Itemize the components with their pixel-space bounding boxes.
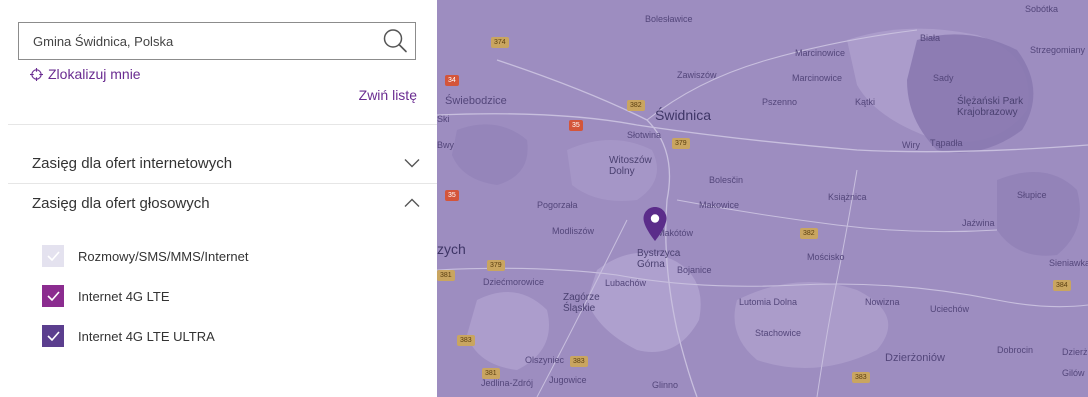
map-place-label: Bojanice: [677, 265, 712, 275]
map-place-label: Marcinowice: [795, 48, 846, 58]
map-place-label: Pszenno: [762, 97, 798, 107]
map-place-label: Dzierż: [1062, 347, 1088, 357]
map-place-label: Bolesčin: [709, 175, 744, 185]
layer-lte: Internet 4G LTE: [42, 285, 170, 307]
map-place-label: Tąpadła: [930, 138, 963, 148]
map-place-label: Strzegomiany: [1030, 45, 1086, 55]
map-place-label: Sieniawka: [1049, 258, 1088, 268]
layer-voice-label: Rozmowy/SMS/MMS/Internet: [78, 248, 249, 264]
layer-lte-ultra: Internet 4G LTE ULTRA: [42, 325, 215, 347]
search-icon[interactable]: [381, 27, 409, 55]
map-place-label: Nowizna: [865, 297, 900, 307]
map-place-label: Świdnica: [655, 107, 712, 123]
map-place-label: Stachowice: [755, 328, 802, 338]
coverage-map[interactable]: Bolesławice Marcinowice Biała Sobótka St…: [437, 0, 1088, 397]
map-place-label: Makowice: [699, 200, 740, 210]
layer-lte-checkbox[interactable]: [42, 285, 64, 307]
road-number-badge: 382: [800, 228, 818, 239]
map-place-label: Zawiszów: [677, 70, 717, 80]
map-place-label: Słupice: [1017, 190, 1047, 200]
layer-lte-label: Internet 4G LTE: [78, 288, 170, 304]
road-number-badge: 381: [482, 368, 500, 379]
checkmark-icon: [46, 331, 60, 341]
chevron-down-icon: [404, 159, 420, 168]
coverage-panel: Zlokalizuj mnie Zwiń listę Zasięg dla of…: [0, 0, 437, 397]
map-place-label: Lutomia Dolna: [739, 297, 798, 307]
map-place-label: Dobrocin: [997, 345, 1034, 355]
map-place-label: Bwy: [437, 140, 455, 150]
checkmark-icon: [46, 291, 60, 301]
map-place-label: Jugowice: [549, 375, 587, 385]
road-number-badge: 374: [491, 37, 509, 48]
map-place-label: Dzierżoniów: [885, 352, 945, 364]
road-number-badge: 379: [672, 138, 690, 149]
map-place-label: Słotwina: [627, 130, 662, 140]
map-place-label: Marcinowice: [792, 73, 843, 83]
layer-lte-ultra-label: Internet 4G LTE ULTRA: [78, 328, 215, 344]
map-place-label: Jaźwina: [962, 218, 995, 228]
accordion-voice-offers[interactable]: Zasięg dla ofert głosowych: [32, 183, 420, 223]
crosshair-icon: [30, 67, 43, 81]
collapse-list-link[interactable]: Zwiń listę: [359, 87, 417, 103]
map-place-label: Modliszów: [552, 226, 595, 236]
search-box: [18, 22, 416, 60]
location-pin-icon[interactable]: [643, 207, 667, 241]
chevron-up-icon: [404, 198, 420, 207]
map-place-label: Sady: [933, 73, 954, 83]
layer-voice: Rozmowy/SMS/MMS/Internet: [42, 245, 249, 267]
map-place-label: Wiry: [902, 140, 920, 150]
road-number-badge: 379: [487, 260, 505, 271]
map-place-label: Książnica: [828, 192, 867, 202]
map-place-label: Witoszów Dolny: [609, 155, 652, 177]
road-number-badge: 383: [852, 372, 870, 383]
road-number-badge: 35: [445, 190, 459, 201]
locate-me-label: Zlokalizuj mnie: [48, 66, 141, 82]
road-number-badge: 383: [457, 335, 475, 346]
road-number-badge: 383: [570, 356, 588, 367]
layer-voice-checkbox[interactable]: [42, 245, 64, 267]
map-place-label: Świebodzice: [445, 95, 507, 107]
map-place-label: Dziećmorowice: [483, 277, 545, 287]
divider: [8, 124, 437, 125]
map-place-label: Biała: [920, 33, 941, 43]
map-place-label: Pogorzała: [537, 200, 578, 210]
road-number-badge: 382: [627, 100, 645, 111]
accordion-internet-label: Zasięg dla ofert internetowych: [32, 154, 233, 172]
map-place-label: Gilów: [1062, 368, 1085, 378]
map-place-label: Mościsko: [807, 252, 845, 262]
checkmark-icon: [46, 251, 60, 261]
accordion-voice-label: Zasięg dla ofert głosowych: [32, 194, 210, 212]
map-place-label: Kątki: [855, 97, 876, 107]
road-number-badge: 35: [569, 120, 583, 131]
map-place-label: Zagórze Śląskie: [563, 292, 600, 314]
map-place-label: zych: [437, 241, 466, 257]
road-number-badge: 381: [437, 270, 455, 281]
road-number-badge: 384: [1053, 280, 1071, 291]
accordion-internet-offers[interactable]: Zasięg dla ofert internetowych: [32, 143, 420, 183]
map-place-label: Glinno: [652, 380, 679, 390]
map-place-label: Ski: [437, 114, 450, 124]
locate-me-link[interactable]: Zlokalizuj mnie: [30, 66, 141, 82]
map-area-label: Ślężański Park Krajobrazowy: [957, 96, 1024, 118]
location-search-input[interactable]: [19, 23, 379, 59]
map-place-label: Bolesławice: [645, 14, 693, 24]
map-place-label: Jedlina-Zdrój: [481, 378, 534, 388]
map-place-label: Olszyniec: [525, 355, 565, 365]
map-place-label: Sobótka: [1025, 4, 1059, 14]
map-place-label: Lubachów: [605, 278, 647, 288]
road-number-badge: 34: [445, 75, 459, 86]
map-place-label: Uciechów: [930, 304, 970, 314]
layer-lte-ultra-checkbox[interactable]: [42, 325, 64, 347]
